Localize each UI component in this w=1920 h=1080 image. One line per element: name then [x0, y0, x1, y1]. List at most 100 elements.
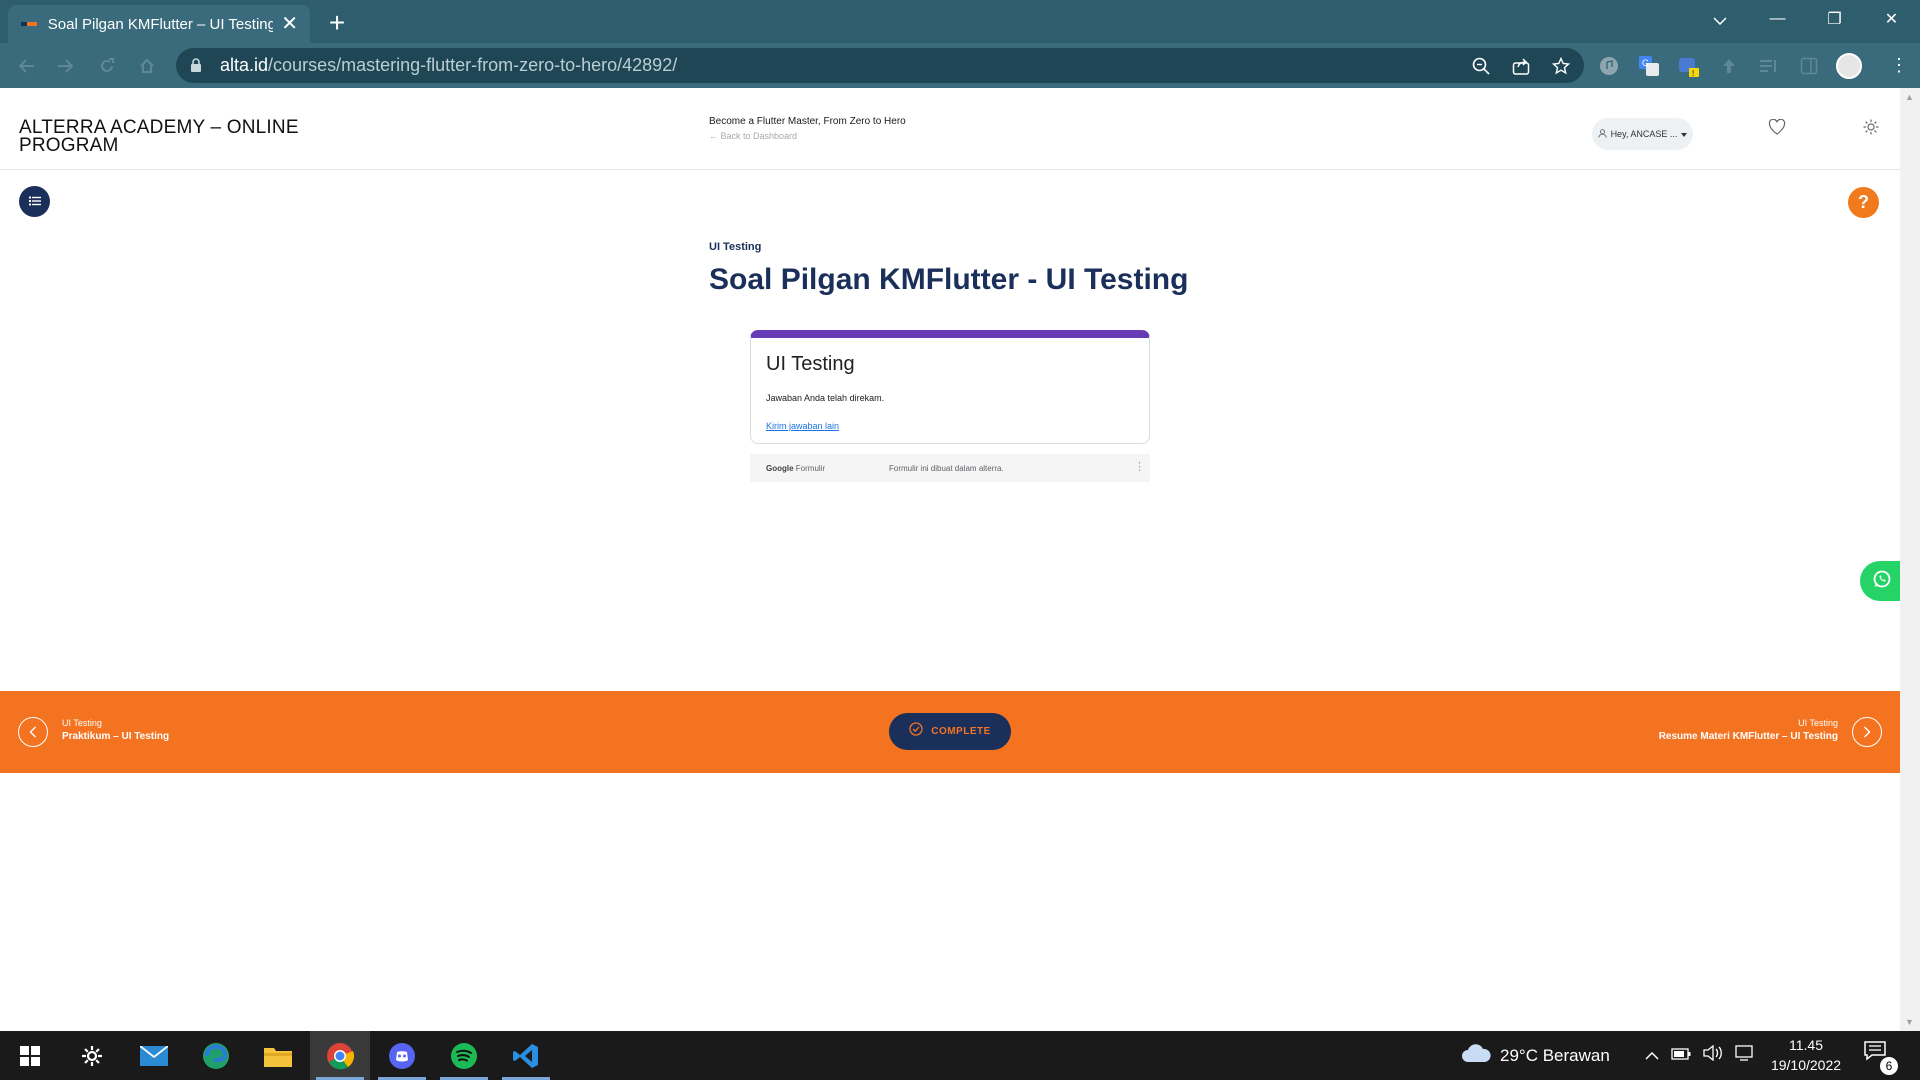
meet-extension-icon[interactable]: !	[1676, 53, 1702, 79]
reading-list-icon[interactable]	[1756, 53, 1782, 79]
tab-search-chevron-icon[interactable]	[1700, 6, 1740, 36]
form-footer: Google Formulir Formulir ini dibuat dala…	[750, 454, 1150, 482]
form-footer-note: Formulir ini dibuat dalam alterra.	[889, 464, 1004, 473]
window-controls: — ❐ ✕	[1749, 0, 1920, 43]
clock-date: 19/10/2022	[1770, 1057, 1842, 1073]
table-of-contents-button[interactable]	[19, 186, 50, 217]
complete-button-label: COMPLETE	[931, 726, 991, 737]
settings-gear-taskbar-icon[interactable]	[62, 1031, 122, 1080]
submit-another-response-link[interactable]: Kirim jawaban lain	[766, 421, 839, 431]
lesson-section-label: UI Testing	[709, 241, 762, 253]
form-more-options-icon[interactable]: ⋮	[1134, 460, 1145, 473]
previous-lesson-section: UI Testing	[62, 718, 102, 728]
whatsapp-icon	[1872, 569, 1892, 594]
avatar	[1836, 52, 1862, 79]
file-explorer-icon[interactable]	[248, 1031, 308, 1080]
zoom-icon[interactable]	[1470, 55, 1492, 77]
google-forms-logo-forms: Formulir	[795, 464, 826, 473]
site-brand[interactable]: ALTERRA ACADEMY – ONLINE PROGRAM	[19, 118, 349, 155]
show-hidden-icons-chevron-icon[interactable]	[1645, 1047, 1659, 1065]
windows-taskbar: 29°C Berawan 11.45 19/10/2022 6	[0, 1031, 1920, 1080]
next-lesson-section: UI Testing	[1798, 718, 1838, 728]
browser-toolbar: alta.id/courses/mastering-flutter-from-z…	[0, 43, 1920, 88]
web-page: ALTERRA ACADEMY – ONLINE PROGRAM Become …	[0, 88, 1900, 1031]
site-favicon-icon	[20, 15, 38, 33]
maximize-button[interactable]: ❐	[1806, 0, 1863, 38]
upload-extension-icon[interactable]	[1716, 53, 1742, 79]
cloud-icon	[1460, 1043, 1492, 1068]
home-icon[interactable]	[132, 51, 162, 81]
start-windows-icon[interactable]	[0, 1031, 60, 1080]
previous-lesson-button[interactable]	[18, 717, 48, 747]
form-confirmation-message: Jawaban Anda telah direkam.	[766, 393, 885, 403]
url-domain: alta.id	[220, 55, 269, 75]
notification-count-badge: 6	[1880, 1057, 1898, 1075]
whatsapp-chat-button[interactable]	[1860, 561, 1900, 601]
page-scrollbar[interactable]: ▲ ▼	[1900, 88, 1920, 1031]
music-extension-icon[interactable]	[1596, 53, 1622, 79]
mail-icon[interactable]	[124, 1031, 184, 1080]
course-title: Become a Flutter Master, From Zero to He…	[709, 116, 906, 127]
new-tab-button[interactable]: +	[320, 7, 354, 41]
clock-time: 11.45	[1789, 1037, 1823, 1053]
system-tray	[1645, 1031, 1755, 1080]
profile-avatar-icon[interactable]	[1836, 52, 1862, 79]
next-lesson-title[interactable]: Resume Materi KMFlutter – UI Testing	[1659, 731, 1838, 742]
site-header: ALTERRA ACADEMY – ONLINE PROGRAM Become …	[0, 88, 1900, 170]
browser-tabstrip: Soal Pilgan KMFlutter – UI Testing ✕ + —…	[0, 0, 1920, 43]
spotify-icon[interactable]	[434, 1031, 494, 1080]
browser-menu-icon[interactable]: ⋮	[1890, 55, 1908, 76]
edge-browser-icon[interactable]	[186, 1031, 246, 1080]
user-greeting: Hey, ANCASE ...	[1610, 129, 1678, 139]
forward-arrow-icon[interactable]	[50, 51, 80, 81]
extensions-area: G !	[1596, 48, 1862, 83]
volume-icon[interactable]	[1703, 1044, 1723, 1066]
vscode-icon[interactable]	[496, 1031, 556, 1080]
tab-close-icon[interactable]: ✕	[281, 14, 298, 34]
check-circle-icon	[909, 722, 923, 741]
battery-icon[interactable]	[1671, 1047, 1691, 1065]
user-icon	[1597, 128, 1607, 140]
previous-lesson-title[interactable]: Praktikum – UI Testing	[62, 731, 169, 742]
chrome-taskbar-icon[interactable]	[310, 1031, 370, 1080]
help-button[interactable]: ?	[1848, 187, 1879, 218]
settings-gear-icon[interactable]	[1862, 118, 1882, 138]
weather-text: 29°C Berawan	[1500, 1045, 1610, 1065]
omnibox-actions	[1470, 48, 1572, 83]
address-bar[interactable]: alta.id/courses/mastering-flutter-from-z…	[176, 48, 1584, 83]
side-panel-icon[interactable]	[1796, 53, 1822, 79]
bookmark-star-icon[interactable]	[1550, 55, 1572, 77]
discord-icon[interactable]	[372, 1031, 432, 1080]
share-icon[interactable]	[1510, 55, 1532, 77]
lesson-title: Soal Pilgan KMFlutter - UI Testing	[709, 263, 1189, 296]
translate-extension-icon[interactable]: G	[1636, 53, 1662, 79]
taskbar-clock[interactable]: 11.45 19/10/2022	[1756, 1035, 1856, 1075]
svg-text:G: G	[1642, 58, 1649, 68]
chevron-down-icon	[1681, 129, 1688, 139]
tab-title: Soal Pilgan KMFlutter – UI Testing	[47, 15, 274, 33]
minimize-button[interactable]: —	[1749, 0, 1806, 38]
embedded-form-card: UI Testing Jawaban Anda telah direkam. K…	[750, 330, 1150, 444]
google-forms-logo[interactable]: Google Formulir	[766, 464, 825, 473]
lock-icon[interactable]	[190, 57, 204, 74]
close-window-button[interactable]: ✕	[1863, 0, 1920, 38]
weather-widget[interactable]: 29°C Berawan	[1460, 1031, 1610, 1080]
browser-tab-active[interactable]: Soal Pilgan KMFlutter – UI Testing ✕	[8, 5, 310, 43]
reload-icon[interactable]	[92, 51, 122, 81]
url-path: /courses/mastering-flutter-from-zero-to-…	[268, 55, 678, 75]
scroll-up-arrow-icon[interactable]: ▲	[1905, 92, 1914, 102]
svg-text:!: !	[1692, 69, 1694, 77]
form-title: UI Testing	[766, 353, 855, 375]
complete-button[interactable]: COMPLETE	[889, 713, 1011, 750]
next-lesson-button[interactable]	[1852, 717, 1882, 747]
user-menu-button[interactable]: Hey, ANCASE ...	[1592, 118, 1693, 150]
google-forms-logo-google: Google	[766, 464, 794, 473]
list-icon	[28, 193, 41, 211]
url-text[interactable]: alta.id/courses/mastering-flutter-from-z…	[220, 55, 677, 76]
wishlist-heart-icon[interactable]	[1768, 118, 1788, 139]
scroll-down-arrow-icon[interactable]: ▼	[1905, 1017, 1914, 1027]
network-icon[interactable]	[1735, 1045, 1755, 1066]
back-to-dashboard-link[interactable]: ← Back to Dashboard	[709, 131, 797, 141]
back-arrow-icon[interactable]	[12, 51, 42, 81]
lesson-navigation-bar: UI Testing Praktikum – UI Testing COMPLE…	[0, 691, 1900, 773]
